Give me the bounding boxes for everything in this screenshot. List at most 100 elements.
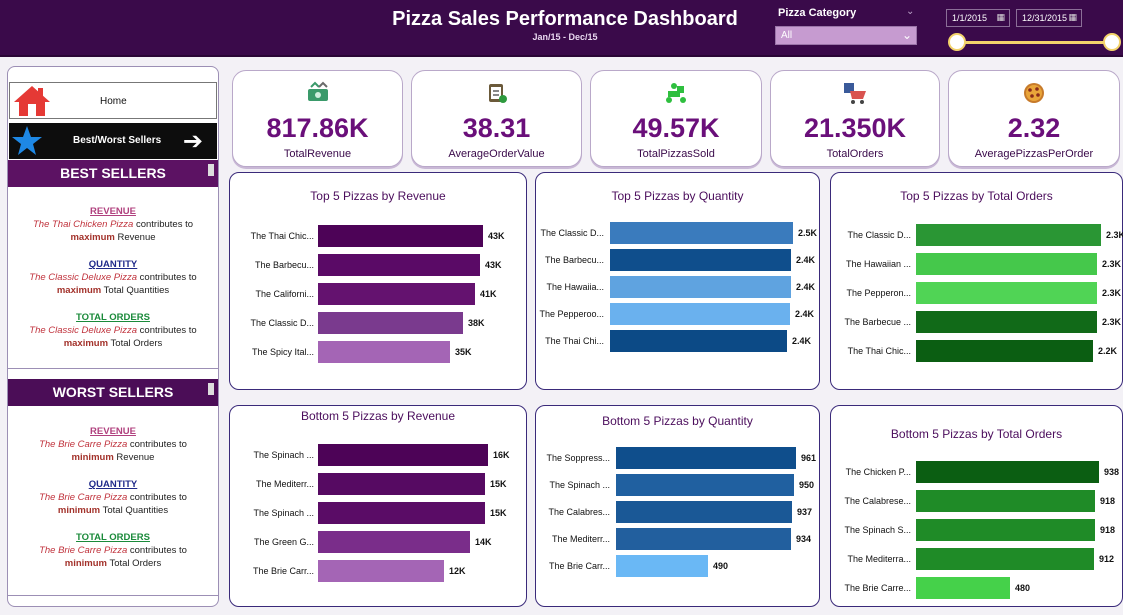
kpi-label: TotalRevenue <box>283 148 352 160</box>
chevron-down-icon[interactable]: ⌄ <box>906 6 914 17</box>
bar[interactable] <box>916 311 1097 333</box>
kpi-label: TotalPizzasSold <box>637 148 715 160</box>
kpi-label: AveragePizzasPerOrder <box>974 148 1094 160</box>
kpi-card-total-pizzas-sold: 49.57K TotalPizzasSold <box>590 70 762 167</box>
bar-value-label: 2.4K <box>795 309 815 319</box>
bar[interactable] <box>916 282 1097 304</box>
best-revenue-end: Revenue <box>114 232 156 243</box>
worst-orders-strong: minimum <box>64 558 107 569</box>
start-date-input[interactable]: 1/1/2015 ▦ <box>946 9 1010 27</box>
bar-value-label: 2.4K <box>796 255 816 265</box>
bar[interactable] <box>318 254 480 276</box>
worst-quantity-strong: minimum <box>57 505 101 516</box>
chart-top5-revenue: Top 5 Pizzas by Revenue The Thai Chic... 4… <box>229 172 527 390</box>
end-date-input[interactable]: 12/31/2015 ▦ <box>1016 9 1082 27</box>
scrollbar[interactable] <box>208 383 214 395</box>
category-label: The Barbecu... <box>544 255 604 265</box>
bar-value-label: 14K <box>475 537 492 547</box>
best-quantity-end: Total Quantities <box>101 285 170 296</box>
bar[interactable] <box>318 444 488 466</box>
best-revenue-text: REVENUE The Thai Chicken Pizza contribut… <box>8 205 218 244</box>
bar[interactable] <box>916 519 1095 541</box>
dashboard-title: Pizza Sales Performance Dashboard <box>392 8 738 30</box>
calendar-icon[interactable]: ▦ <box>1068 12 1077 23</box>
category-label: The Californi... <box>255 289 314 299</box>
category-label: The Calabres... <box>548 507 610 517</box>
bar[interactable] <box>318 312 463 334</box>
bar[interactable] <box>318 283 475 305</box>
worst-orders-heading: TOTAL ORDERS <box>76 532 150 543</box>
bar[interactable] <box>916 548 1094 570</box>
bar[interactable] <box>318 341 450 363</box>
date-slider-start-handle[interactable] <box>948 33 966 51</box>
category-label: The Chicken P... <box>845 467 911 477</box>
bar[interactable] <box>610 222 793 244</box>
bar-value-label: 938 <box>1104 467 1120 477</box>
best-quantity-mid: contributes to <box>137 272 197 283</box>
worst-sellers-heading: WORST SELLERS <box>8 379 218 406</box>
kpi-label: TotalOrders <box>826 148 884 160</box>
bar-value-label: 2.4K <box>792 336 812 346</box>
chart-title: Top 5 Pizzas by Quantity <box>611 189 744 203</box>
worst-revenue-heading: REVENUE <box>90 426 136 437</box>
best-orders-text: TOTAL ORDERS The Classic Deluxe Pizza co… <box>8 311 218 350</box>
category-label: The Classic D... <box>540 228 604 238</box>
worst-quantity-pizza: The Brie Carre Pizza <box>39 492 128 503</box>
bar-value-label: 2.4K <box>796 282 816 292</box>
best-quantity-text: QUANTITY The Classic Deluxe Pizza contri… <box>8 258 218 297</box>
worst-revenue-text: REVENUE The Brie Carre Pizza contributes… <box>8 425 218 464</box>
bar[interactable] <box>318 560 444 582</box>
money-icon <box>233 81 402 111</box>
best-orders-pizza: The Classic Deluxe Pizza <box>29 325 138 336</box>
category-dropdown[interactable]: All ⌄ <box>775 26 917 45</box>
best-quantity-strong: maximum <box>56 285 102 296</box>
home-nav-button[interactable]: Home <box>9 82 217 119</box>
end-date-value: 12/31/2015 <box>1022 13 1068 23</box>
worst-revenue-end: Revenue <box>113 452 155 463</box>
date-range-subtitle: Jan/15 - Dec/15 <box>532 32 598 42</box>
bar-value-label: 15K <box>490 479 507 489</box>
scrollbar[interactable] <box>208 164 214 176</box>
bar[interactable] <box>610 303 790 325</box>
bar-value-label: 2.3K <box>1102 317 1122 327</box>
bar[interactable] <box>616 501 792 523</box>
bar[interactable] <box>916 461 1099 483</box>
bar[interactable] <box>616 474 794 496</box>
kpi-value: 49.57K <box>632 113 720 143</box>
bar[interactable] <box>916 224 1101 246</box>
pizza-icon <box>949 81 1119 111</box>
best-worst-nav-button[interactable]: Best/Worst Sellers ➔ <box>9 123 217 159</box>
bar[interactable] <box>610 276 791 298</box>
best-quantity-pizza: The Classic Deluxe Pizza <box>29 272 138 283</box>
bar[interactable] <box>616 447 796 469</box>
bar[interactable] <box>318 225 483 247</box>
bar-value-label: 43K <box>485 260 502 270</box>
bar-value-label: 12K <box>449 566 466 576</box>
bar[interactable] <box>916 490 1095 512</box>
date-slider-track[interactable] <box>958 41 1113 44</box>
bar[interactable] <box>318 502 485 524</box>
bar[interactable] <box>610 249 791 271</box>
bar[interactable] <box>916 577 1010 599</box>
bar[interactable] <box>916 340 1093 362</box>
bar-value-label: 16K <box>493 450 510 460</box>
home-nav-label: Home <box>100 96 127 107</box>
category-label: The Barbecu... <box>254 260 314 270</box>
bar[interactable] <box>916 253 1097 275</box>
bar[interactable] <box>318 473 485 495</box>
bar[interactable] <box>616 555 708 577</box>
star-icon <box>12 126 42 155</box>
chart-bottom5-quantity: Bottom 5 Pizzas by Quantity The Soppress.… <box>535 405 820 607</box>
bar[interactable] <box>318 531 470 553</box>
chart-title: Top 5 Pizzas by Revenue <box>310 189 446 203</box>
best-revenue-pizza: The Thai Chicken Pizza <box>33 219 134 230</box>
bar[interactable] <box>610 330 787 352</box>
bar[interactable] <box>616 528 791 550</box>
chart-top5-orders: Top 5 Pizzas by Total Orders The Classic … <box>830 172 1123 390</box>
date-slider-end-handle[interactable] <box>1103 33 1121 51</box>
category-filter-label: Pizza Category <box>778 7 857 19</box>
kpi-card-total-revenue: 817.86K TotalRevenue <box>232 70 403 167</box>
kpi-label: AverageOrderValue <box>448 148 545 160</box>
calendar-icon[interactable]: ▦ <box>996 12 1005 23</box>
worst-quantity-end: Total Quantities <box>100 505 169 516</box>
